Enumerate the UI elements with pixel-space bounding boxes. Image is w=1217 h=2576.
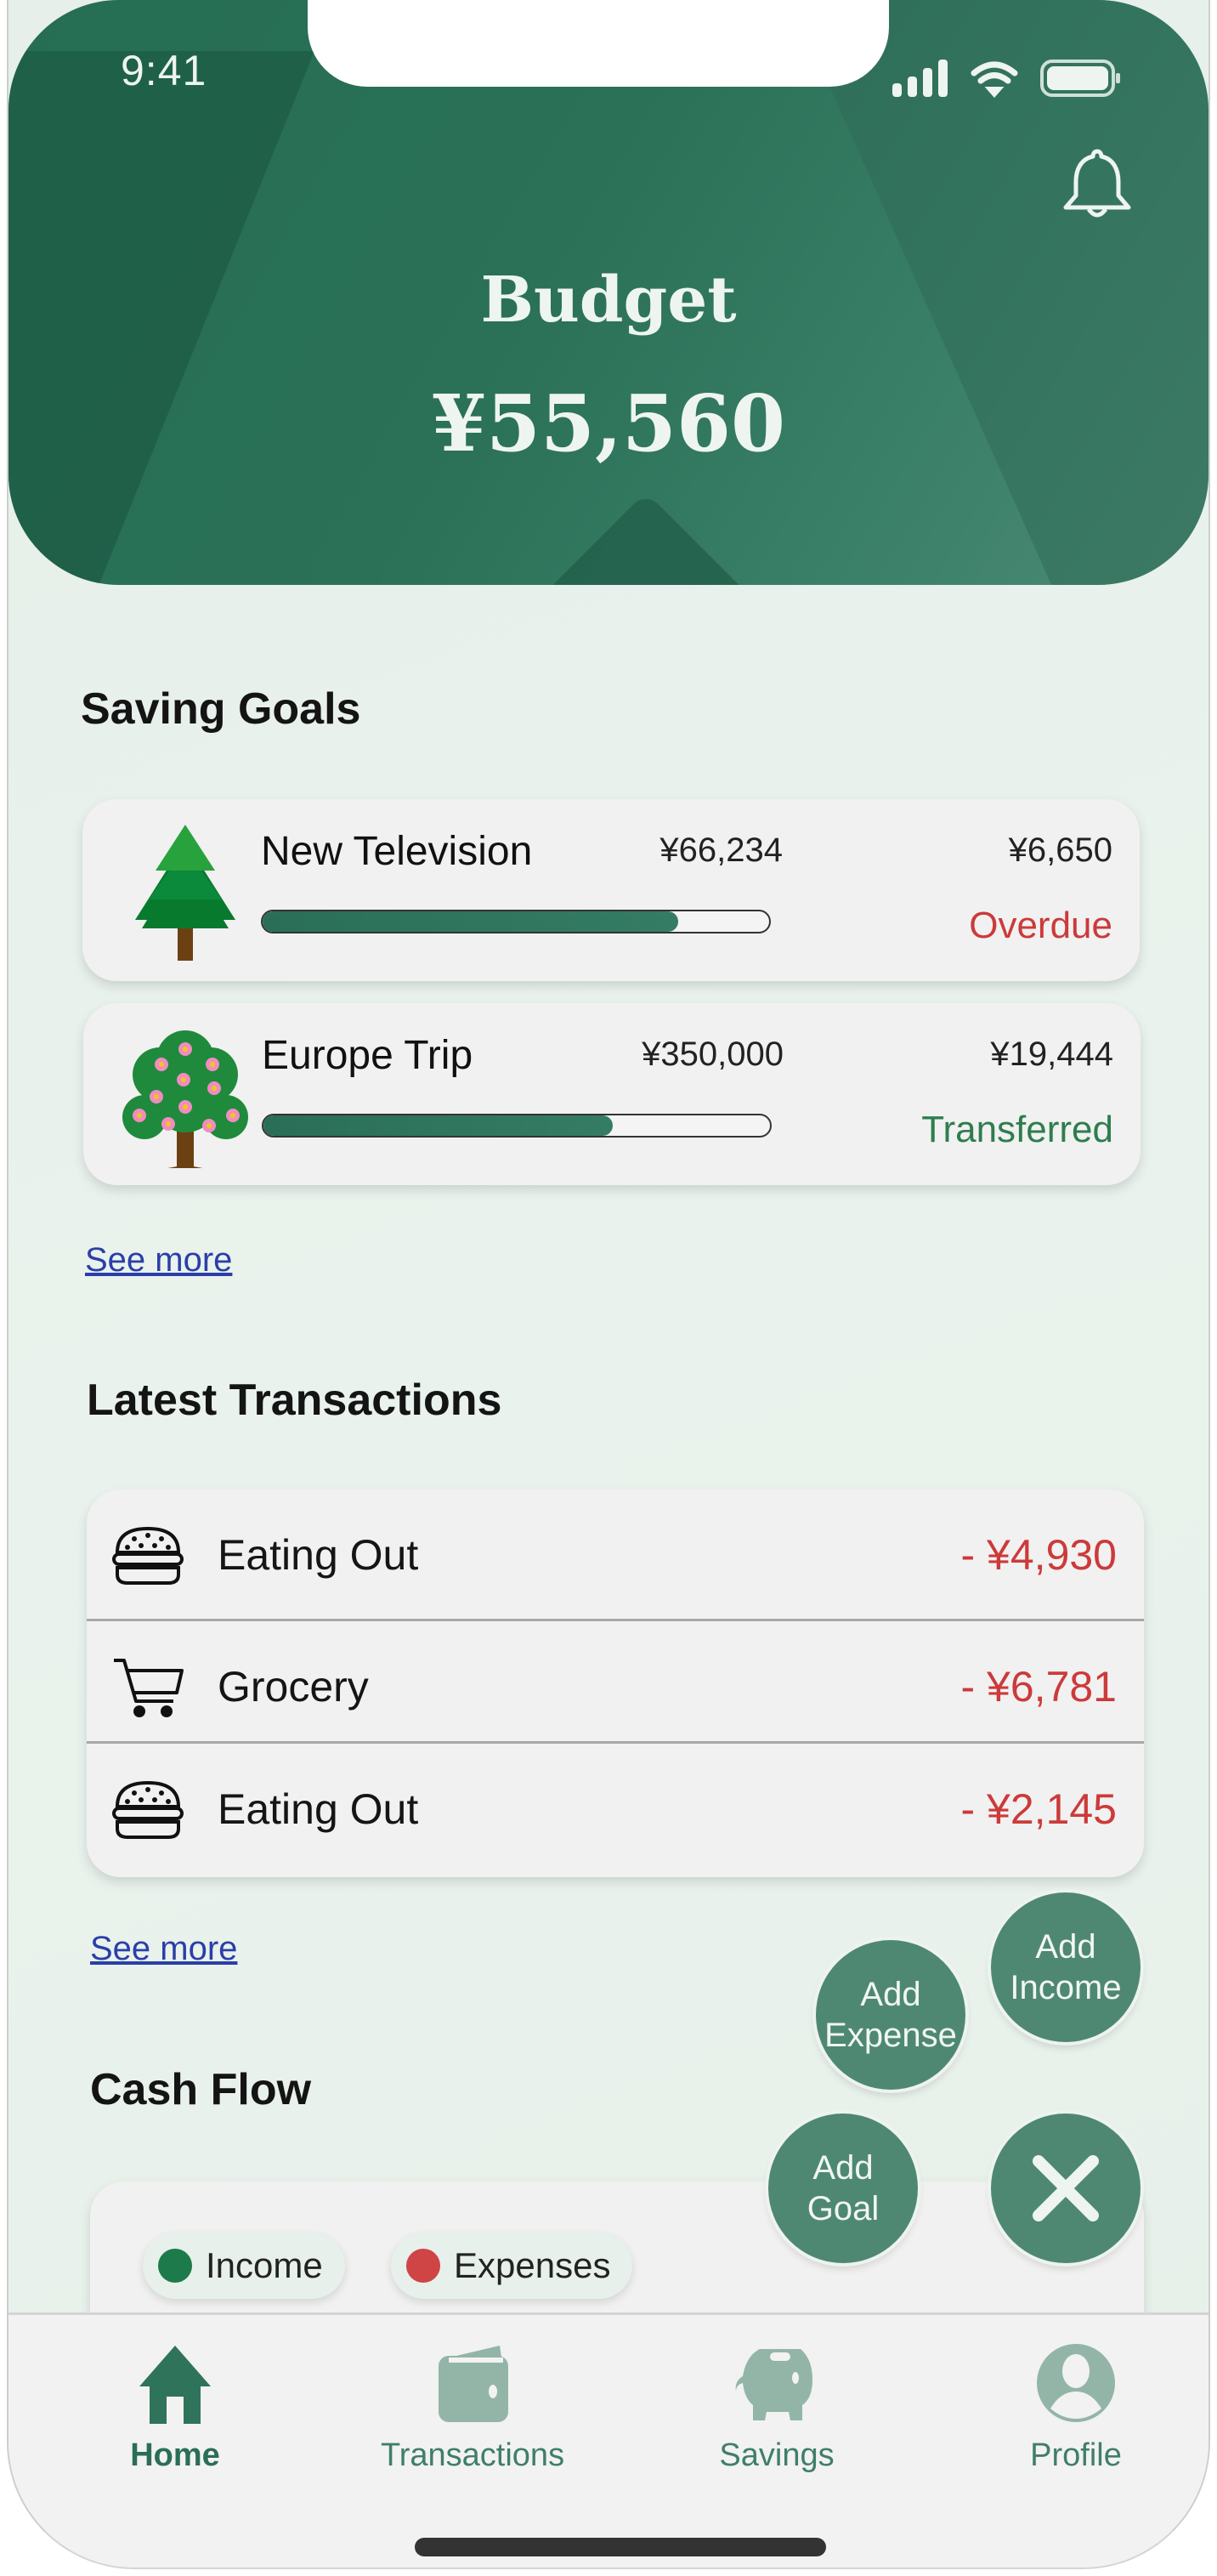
nav-label: Savings [719,2437,835,2473]
legend-income[interactable]: Income [143,2233,345,2299]
nav-item-transactions[interactable]: Transactions [371,2341,575,2474]
add-expense-button[interactable]: Add Expense [816,1940,965,2090]
fab-label: Expense [824,2017,957,2054]
home-icon [139,2346,211,2424]
legend-label: Income [206,2245,323,2285]
goal-progress-bar [261,910,771,933]
expense-dot [406,2249,440,2283]
bell-icon[interactable] [1061,146,1134,224]
nav-item-savings[interactable]: Savings [675,2341,879,2474]
fab-label: Income [1010,1969,1122,2006]
goal-name: Europe Trip [262,1033,473,1078]
goal-target: ¥350,000 [642,1036,784,1073]
header-decoration [525,491,767,585]
nav-label: Transactions [380,2437,565,2473]
profile-icon [1037,2344,1115,2422]
legend-label: Expenses [454,2245,611,2285]
transactions-card: Eating Out - ¥4,930 Grocery - ¥6,781 Eat… [87,1489,1144,1877]
device-notch [308,0,889,87]
goal-card[interactable]: Europe Trip ¥350,000 ¥19,444 Transferred [83,1003,1141,1185]
phone-screen: 9:41 Budget ¥55,560 Saving Goals New Tel… [7,0,1210,2569]
shopping-cart-icon [114,1659,184,1717]
see-more-goals-link[interactable]: See more [85,1241,232,1279]
see-more-transactions-link[interactable]: See more [90,1930,237,1968]
add-goal-button[interactable]: Add Goal [768,2114,918,2263]
goal-target: ¥66,234 [659,831,783,869]
goal-status: Overdue [969,905,1112,946]
wallet-icon [439,2346,508,2422]
close-icon [1033,2155,1099,2221]
home-indicator [415,2538,826,2556]
goal-card[interactable]: New Television ¥66,234 ¥6,650 Overdue [82,799,1140,981]
saving-goals-title: Saving Goals [81,684,361,734]
transaction-amount: - ¥6,781 [960,1663,1117,1711]
transaction-label: Eating Out [218,1531,419,1579]
transaction-row[interactable]: Eating Out - ¥4,930 [87,1489,1144,1615]
transaction-amount: - ¥4,930 [960,1531,1117,1579]
goal-saved: ¥19,444 [990,1036,1113,1073]
piggy-bank-icon [735,2349,812,2420]
blossom-tree-icon [122,1030,248,1168]
transaction-amount: - ¥2,145 [960,1785,1117,1833]
nav-label: Home [130,2437,220,2473]
cash-flow-title: Cash Flow [90,2065,312,2114]
fab-label: Goal [807,2190,880,2227]
pine-tree-icon [135,825,235,961]
wifi-icon [971,61,1018,99]
nav-item-home[interactable]: Home [73,2341,277,2474]
goal-progress-fill [263,1115,614,1136]
income-dot [158,2249,192,2283]
goal-status: Transferred [921,1109,1113,1150]
goal-saved: ¥6,650 [1008,831,1112,869]
transaction-label: Eating Out [218,1785,419,1833]
transaction-label: Grocery [218,1663,369,1711]
burger-icon [112,1780,184,1839]
fab-label: Add [812,2149,874,2187]
add-income-button[interactable]: Add Income [991,1892,1141,2042]
status-icons [892,58,1130,100]
latest-transactions-title: Latest Transactions [87,1376,502,1425]
fab-label: Add [1035,1928,1096,1966]
burger-icon [112,1526,184,1585]
fab-label: Add [860,1976,921,2013]
battery-icon [1040,60,1120,97]
budget-title: Budget [480,264,737,337]
signal-icon [892,60,948,97]
goal-name: New Television [261,829,533,874]
budget-amount: ¥55,560 [431,377,786,469]
close-fab-button[interactable] [991,2114,1141,2263]
transaction-row[interactable]: Eating Out - ¥2,145 [87,1741,1144,1870]
nav-item-profile[interactable]: Profile [974,2341,1178,2474]
status-time: 9:41 [121,47,207,94]
legend-expenses[interactable]: Expenses [391,2233,633,2299]
transaction-row[interactable]: Grocery - ¥6,781 [87,1619,1144,1747]
budget-header: 9:41 Budget ¥55,560 [8,0,1209,585]
nav-label: Profile [1030,2437,1122,2473]
goal-progress-fill [263,911,678,932]
goal-progress-bar [262,1114,772,1138]
bottom-nav: Home Transactions Savings Profile [8,2312,1209,2567]
